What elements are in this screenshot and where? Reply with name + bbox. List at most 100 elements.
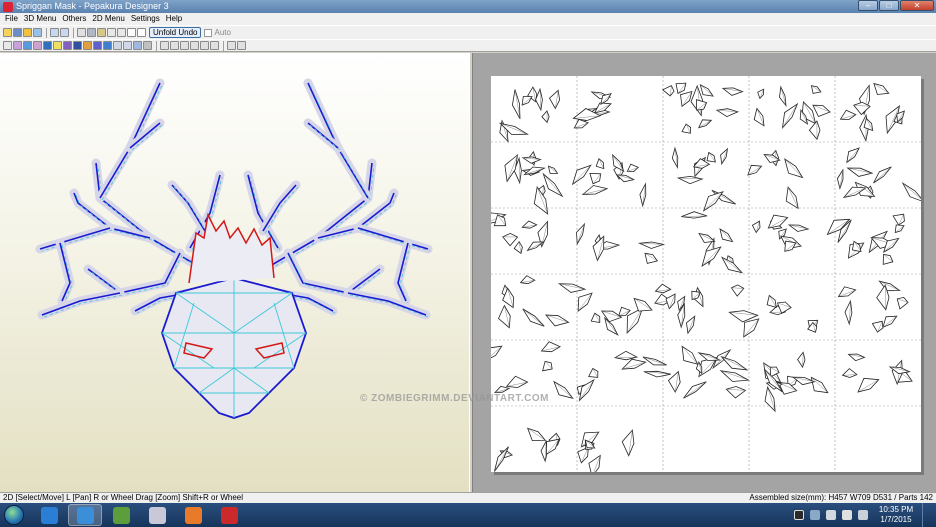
maximize-button[interactable]: □ <box>879 0 899 11</box>
pepakura-icon <box>76 506 94 524</box>
page-layout-icon[interactable] <box>133 41 142 50</box>
taskbar-item[interactable] <box>104 504 138 526</box>
network-icon[interactable] <box>826 510 836 520</box>
paper-part <box>784 240 797 252</box>
menu-file[interactable]: File <box>2 13 21 25</box>
3d-view[interactable] <box>0 53 469 492</box>
paper-part <box>502 232 519 247</box>
mirror-icon[interactable] <box>200 41 209 50</box>
taskbar-item[interactable] <box>68 504 102 526</box>
show-desktop-button[interactable] <box>922 503 932 527</box>
assembled-size: Assembled size(mm): H457 W709 D531 / Par… <box>749 493 933 502</box>
part-id-icon[interactable] <box>73 41 82 50</box>
paper-part <box>839 109 857 120</box>
lock-icon[interactable] <box>210 41 219 50</box>
help-icon[interactable] <box>794 510 804 520</box>
menu-settings[interactable]: Settings <box>128 13 163 25</box>
pepakura-window: Spriggan Mask - Pepakura Designer 3 – □ … <box>0 0 936 527</box>
show-hidden-icons-icon[interactable] <box>810 510 820 520</box>
paper-part <box>757 88 765 100</box>
status-bar: 2D [Select/Move] L [Pan] R or Wheel Drag… <box>0 492 936 503</box>
parts-layout <box>481 76 926 478</box>
paper-part <box>681 211 708 219</box>
paper-part <box>676 175 704 185</box>
print-icon[interactable] <box>23 28 32 37</box>
redo-icon[interactable] <box>60 28 69 37</box>
part-fold-line <box>522 308 545 327</box>
toolbar-divider <box>46 27 47 38</box>
face-color-icon[interactable] <box>23 41 32 50</box>
magnifier-icon[interactable] <box>237 41 246 50</box>
window-one-icon[interactable] <box>127 28 136 37</box>
paper-part <box>725 386 747 399</box>
grid-icon[interactable] <box>190 41 199 50</box>
paper-part <box>557 283 587 293</box>
flap-icon[interactable] <box>117 28 126 37</box>
taskbar-item[interactable] <box>176 504 210 526</box>
paper-part <box>785 186 799 210</box>
rotate-part-icon[interactable] <box>113 41 122 50</box>
menu-2d[interactable]: 2D Menu <box>89 13 127 25</box>
internet-explorer-icon <box>40 506 58 524</box>
antler-branch-body <box>83 248 185 298</box>
menu-3d[interactable]: 3D Menu <box>21 13 59 25</box>
2d-view[interactable] <box>473 53 936 492</box>
arrange-icon[interactable] <box>143 41 152 50</box>
menu-others[interactable]: Others <box>59 13 89 25</box>
antler-branch-body <box>95 78 165 203</box>
menu-bar: File 3D Menu Others 2D Menu Settings Hel… <box>0 13 936 25</box>
save-icon[interactable] <box>13 28 22 37</box>
photo-app-icon <box>184 506 202 524</box>
pencil-icon[interactable] <box>77 28 86 37</box>
undo-icon[interactable] <box>50 28 59 37</box>
volume-icon[interactable] <box>858 510 868 520</box>
paper-part <box>484 345 503 362</box>
antler-branch-edge <box>39 227 111 250</box>
select-icon[interactable] <box>3 41 12 50</box>
paper-part <box>504 154 519 183</box>
main-toolbar: Unfold Undo Auto <box>0 25 936 39</box>
scale-icon[interactable] <box>123 41 132 50</box>
print-preview-icon[interactable] <box>33 28 42 37</box>
auto-checkbox[interactable]: Auto <box>204 28 231 37</box>
taskbar-item[interactable] <box>32 504 66 526</box>
paper-part <box>618 306 631 317</box>
fold-lines-icon[interactable] <box>83 41 92 50</box>
status-hint: 2D [Select/Move] L [Pan] R or Wheel Drag… <box>3 493 244 502</box>
paper-part <box>882 253 894 265</box>
paper-part <box>621 358 647 370</box>
taskbar-item[interactable] <box>140 504 174 526</box>
unfold-undo-button[interactable]: Unfold Undo <box>149 27 202 38</box>
antler-branch-body <box>37 288 125 320</box>
rotate-icon[interactable] <box>107 28 116 37</box>
start-button[interactable] <box>4 505 24 525</box>
glue-icon[interactable] <box>97 28 106 37</box>
paper-part <box>513 240 523 255</box>
show-flaps-icon[interactable] <box>53 41 62 50</box>
texture-icon[interactable] <box>33 41 42 50</box>
show-edges-icon[interactable] <box>43 41 52 50</box>
zoom-in-icon[interactable] <box>170 41 179 50</box>
clock[interactable]: 10:35 PM 1/7/2015 <box>874 505 918 525</box>
toolbar-divider <box>73 27 74 38</box>
paper-part <box>548 89 561 110</box>
print-sheet <box>481 76 926 478</box>
paper-part <box>767 214 789 229</box>
paper-part <box>542 360 553 372</box>
signal-icon[interactable] <box>842 510 852 520</box>
search-icon[interactable] <box>227 41 236 50</box>
close-button[interactable]: ✕ <box>900 0 934 11</box>
taskbar-item[interactable] <box>212 504 246 526</box>
join-edges-icon[interactable] <box>93 41 102 50</box>
zoom-fit-icon[interactable] <box>180 41 189 50</box>
open-file-icon[interactable] <box>3 28 12 37</box>
menu-help[interactable]: Help <box>163 13 185 25</box>
scissors-icon[interactable] <box>87 28 96 37</box>
move-part-icon[interactable] <box>103 41 112 50</box>
edge-select-icon[interactable] <box>13 41 22 50</box>
paper-part <box>541 110 550 124</box>
minimize-button[interactable]: – <box>858 0 878 11</box>
edge-id-icon[interactable] <box>63 41 72 50</box>
window-two-icon[interactable] <box>137 28 146 37</box>
zoom-out-icon[interactable] <box>160 41 169 50</box>
